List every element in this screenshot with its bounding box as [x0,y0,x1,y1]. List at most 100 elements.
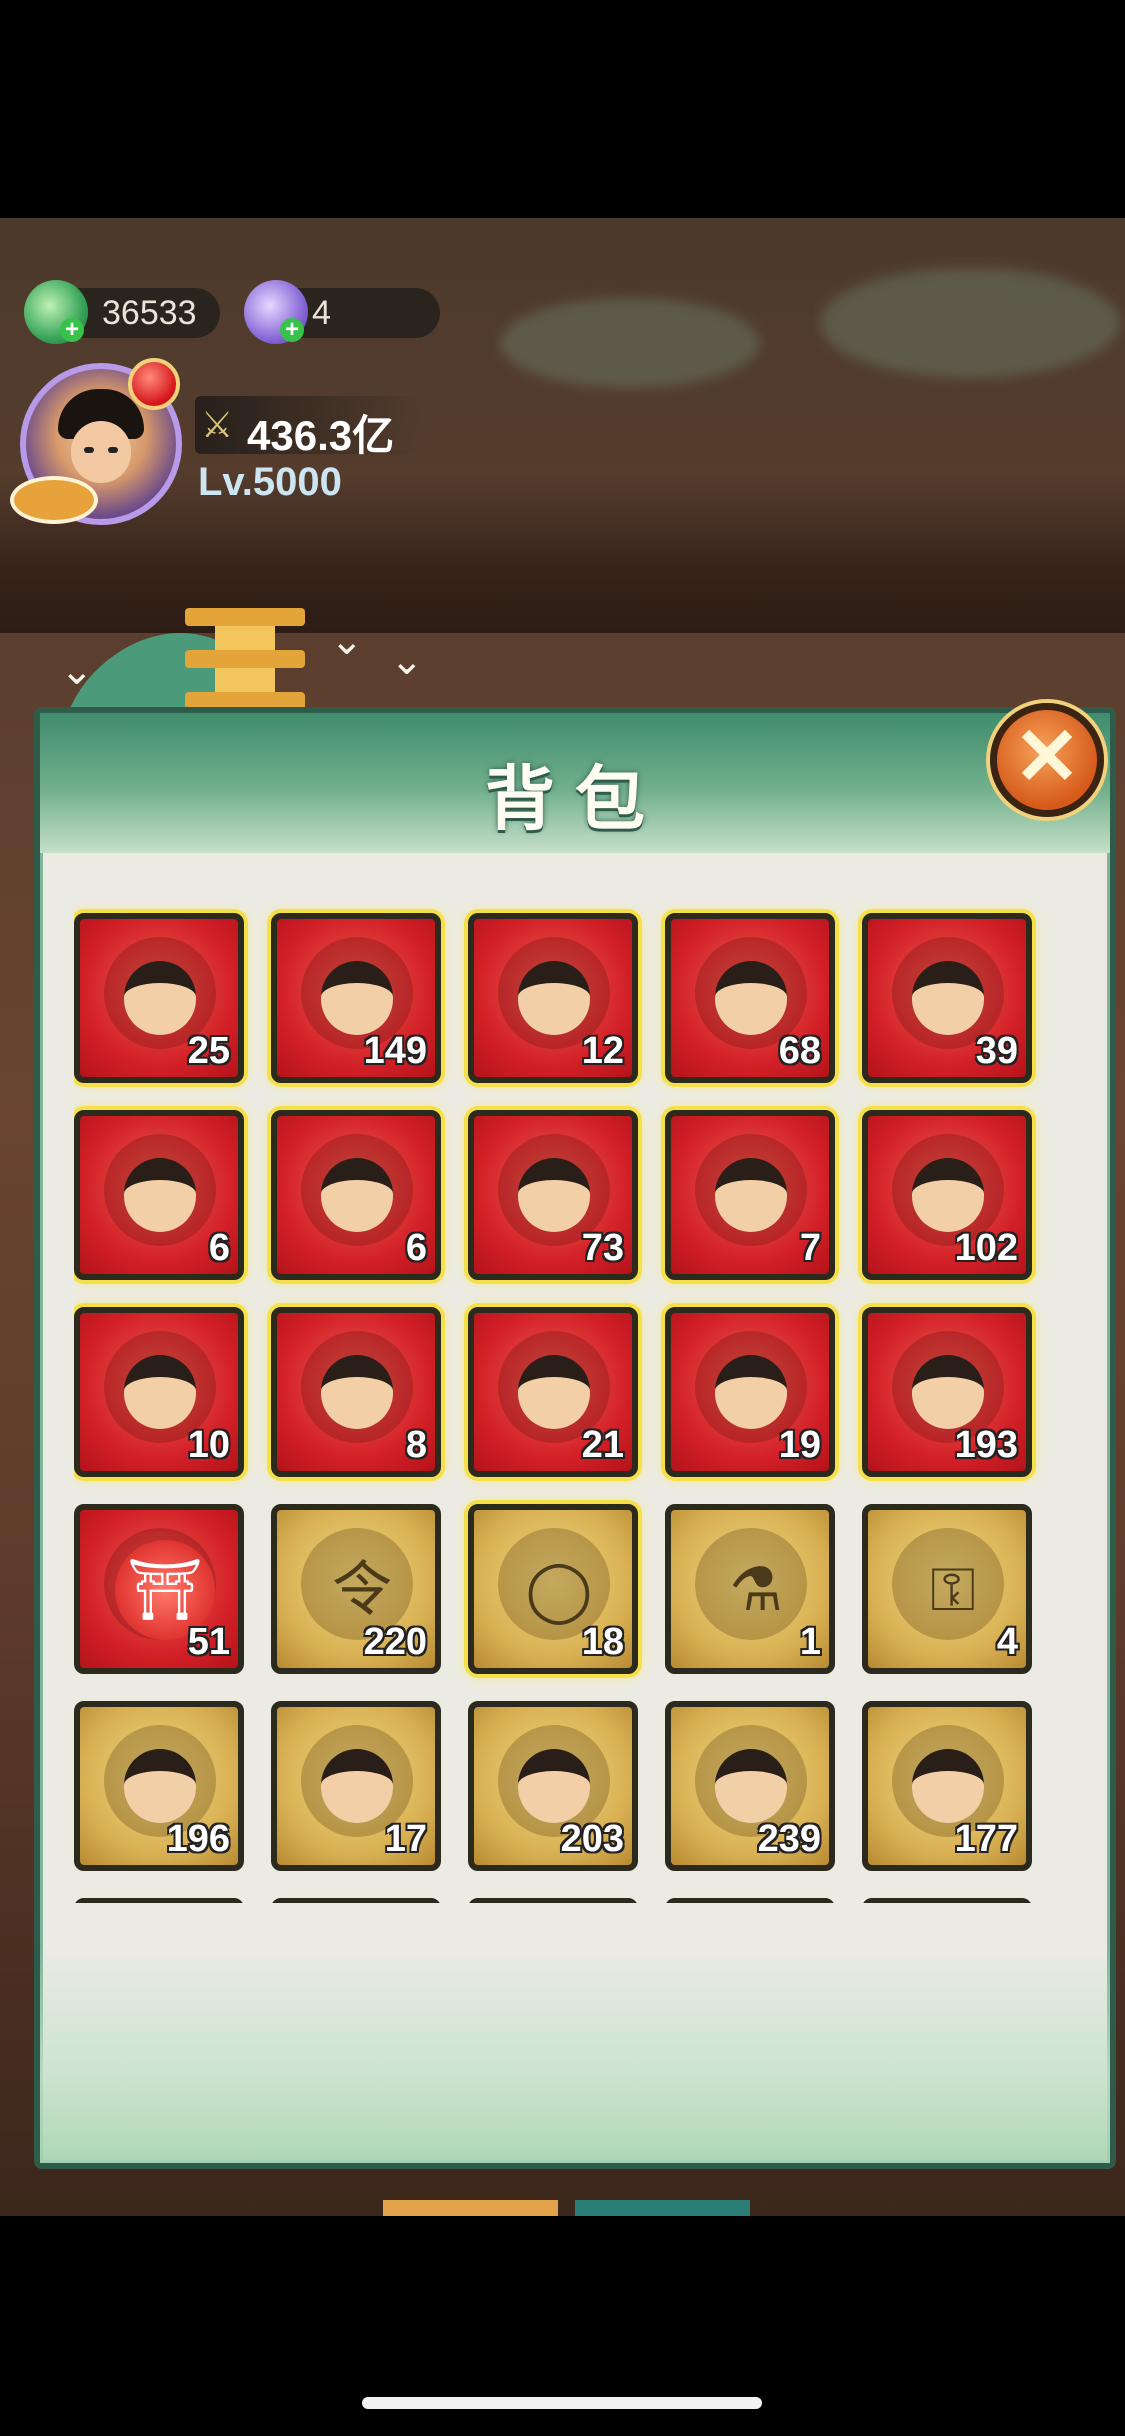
item-count: 6 [208,1227,230,1269]
panel-header: 背包 [40,713,1110,853]
currency-green-value: 36533 [102,294,197,332]
item-count: 73 [581,1227,624,1269]
item-count: 203 [560,1818,624,1860]
add-icon[interactable]: + [60,318,84,342]
hero-shard-icon [715,961,787,1035]
inventory-slot[interactable]: 6 [74,1110,244,1280]
item-count: 18 [581,1621,624,1663]
hero-shard-icon [124,1749,196,1823]
inventory-slot[interactable] [271,1898,441,1903]
inventory-slot[interactable]: 73 [468,1110,638,1280]
item-count: 10 [187,1424,230,1466]
avatar-eye [84,447,94,453]
close-button[interactable]: ✕ [990,703,1104,817]
item-count: 6 [405,1227,427,1269]
item-count: 51 [187,1621,230,1663]
home-indicator[interactable] [362,2397,762,2409]
item-count: 177 [954,1818,1018,1860]
bird-icon: ⌄ [330,619,364,663]
inventory-slot[interactable]: 7 [665,1110,835,1280]
inventory-slot[interactable]: 6 [271,1110,441,1280]
inventory-slot[interactable]: 令 220 [271,1504,441,1674]
crossed-swords-icon: ⚔ [201,404,234,445]
inventory-grid[interactable]: 25 149 12 68 39 6 6 73 7 102 10 8 21 19 193 ⛩ 51 令 220 ◯ 18 ⚗… [74,903,1084,1903]
inventory-slot[interactable]: 39 [862,913,1032,1083]
hero-shard-icon [518,961,590,1035]
inventory-slot[interactable]: 102 [862,1110,1032,1280]
hero-shard-icon [321,1158,393,1232]
inventory-slot[interactable]: ⚗ 1 [665,1504,835,1674]
spirit-currency-icon: + [244,280,308,344]
hero-shard-icon [518,1355,590,1429]
item-count: 12 [581,1030,624,1072]
mooncake-icon [10,476,98,524]
bird-icon: ⌄ [390,639,424,683]
inventory-slot[interactable]: 21 [468,1307,638,1477]
avatar-face [71,421,131,483]
screen: + 36533 + 4 ⚔ 436.3亿 Lv.5000 ⌄ ⌄ ⌄ 背包 25… [0,0,1125,2436]
item-count: 17 [384,1818,427,1860]
inventory-slot[interactable]: 8 [271,1307,441,1477]
hero-shard-icon [912,1749,984,1823]
add-icon[interactable]: + [280,318,304,342]
hero-shard-icon [518,1749,590,1823]
inventory-slot[interactable] [665,1898,835,1903]
item-count: 25 [187,1030,230,1072]
inventory-slot[interactable]: 68 [665,913,835,1083]
hero-shard-icon [124,1355,196,1429]
inventory-slot[interactable]: ◯ 18 [468,1504,638,1674]
player-level: Lv.5000 [198,460,342,504]
currency-pill-green[interactable]: + 36533 [24,280,220,344]
item-count: 7 [799,1227,821,1269]
inventory-slot[interactable]: 203 [468,1701,638,1871]
inventory-slot[interactable]: 177 [862,1701,1032,1871]
item-count: 220 [363,1621,427,1663]
inventory-slot[interactable]: 196 [74,1701,244,1871]
inventory-slot[interactable]: 19 [665,1307,835,1477]
inventory-slot[interactable]: 10 [74,1307,244,1477]
panel-bottom-decoration [40,1943,1110,2163]
hero-shard-icon [321,1355,393,1429]
inventory-slot[interactable]: ⛩ 51 [74,1504,244,1674]
inventory-slot[interactable]: 17 [271,1701,441,1871]
close-icon: ✕ [1013,712,1081,801]
currency-pill-purple[interactable]: + 4 [244,280,440,344]
cloud-decoration [500,298,760,388]
hero-shard-icon [124,1158,196,1232]
inventory-slot[interactable] [862,1898,1032,1903]
bird-icon: ⌄ [60,649,94,693]
hero-shard-icon [321,1749,393,1823]
item-count: 39 [975,1030,1018,1072]
inventory-slot[interactable]: 25 [74,913,244,1083]
hero-shard-icon [124,961,196,1035]
item-count: 149 [363,1030,427,1072]
hero-shard-icon [715,1355,787,1429]
city-skyline [0,473,1125,633]
key-icon: ⚿ [930,1556,976,1623]
hero-shard-icon [518,1158,590,1232]
item-count: 4 [996,1621,1018,1663]
hero-shard-icon [912,1355,984,1429]
avatar-eye [108,447,118,453]
item-count: 239 [757,1818,821,1860]
hero-shard-icon [715,1749,787,1823]
inventory-slot[interactable]: 193 [862,1307,1032,1477]
item-count: 193 [954,1424,1018,1466]
currency-purple-value: 4 [312,294,331,332]
hero-shard-icon [912,1158,984,1232]
item-count: 196 [166,1818,230,1860]
item-count: 1 [799,1621,821,1663]
hero-shard-icon [715,1158,787,1232]
inventory-slot[interactable]: 149 [271,913,441,1083]
combat-power: ⚔ 436.3亿 [195,396,425,459]
item-count: 8 [405,1424,427,1466]
inventory-slot[interactable] [468,1898,638,1903]
inventory-slot[interactable]: ⚿ 4 [862,1504,1032,1674]
bottom-tab-hint [575,2200,750,2216]
panel-title: 背包 [485,758,665,840]
inventory-slot[interactable] [74,1898,244,1903]
inventory-slot[interactable]: 239 [665,1701,835,1871]
inventory-slot[interactable]: 12 [468,913,638,1083]
item-count: 21 [581,1424,624,1466]
hero-shard-icon [321,961,393,1035]
